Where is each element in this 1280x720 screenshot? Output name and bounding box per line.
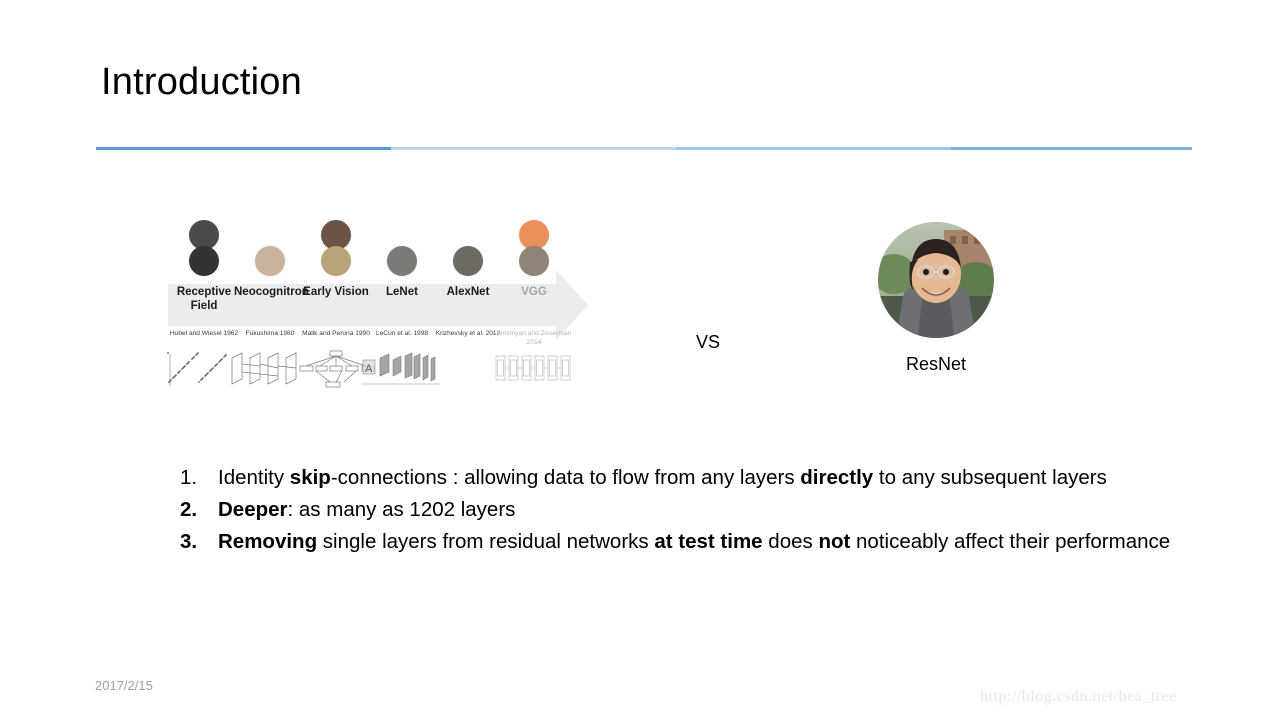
researcher-portrait-photo [255, 246, 285, 276]
divider-segment-2 [391, 147, 676, 150]
divider-segment-3 [676, 147, 951, 150]
watermark-url: http://blog.csdn.net/bea_tree [980, 688, 1177, 705]
timeline-label: LeNet [386, 286, 418, 298]
lenet-architecture-sketch: A [362, 350, 442, 390]
title-divider [96, 147, 1192, 150]
list-item-number: 2. [180, 498, 198, 521]
timeline-column-neocognitron: Neocognitron Fukushima 1980 [231, 218, 309, 385]
list-item: 3. Removing single layers from residual n… [178, 526, 1178, 558]
page-title: Introduction [101, 61, 302, 103]
researcher-portrait-photo [519, 246, 549, 276]
timeline-portrait-group [234, 218, 306, 282]
svg-text:A: A [365, 363, 373, 375]
timeline-column-lenet: LeNet LeCun et al. 1998 A [362, 218, 440, 385]
timeline-caption: Simonyan and Zisserman 2014 [496, 330, 572, 346]
timeline-column-alexnet: AlexNet Krizhevsky et al. 2012 [432, 218, 504, 337]
cnn-history-timeline-image: Receptive Field Hubel and Wiesel 1962 Neoc… [167, 218, 598, 390]
timeline-portrait-group [498, 218, 570, 282]
researcher-portrait-photo [387, 246, 417, 276]
timeline-label: Neocognitron [234, 286, 309, 298]
list-item-number: 3. [180, 530, 198, 553]
timeline-column-receptive-field: Receptive Field Hubel and Wiesel 1962 [167, 218, 240, 386]
timeline-portrait-group [366, 218, 438, 282]
list-item: 2. Deeper: as many as 1202 layers [178, 494, 1178, 526]
kaiming-he-portrait-photo [878, 222, 994, 338]
list-item-text: Removing single layers from residual net… [218, 530, 1171, 553]
vgg-architecture-sketch [494, 350, 574, 390]
key-points-list: 1. Identity skip-connections : allowing d… [178, 462, 1178, 558]
researcher-portrait-photo [321, 246, 351, 276]
list-item-text: Deeper: as many as 1202 layers [218, 498, 516, 521]
resnet-label: ResNet [905, 354, 967, 374]
timeline-label: AlexNet [446, 286, 490, 298]
timeline-portrait-group [432, 218, 504, 282]
timeline-portrait-group [300, 218, 372, 282]
timeline-label: Early Vision [303, 286, 369, 298]
timeline-label: Receptive Field [176, 286, 232, 312]
timeline-column-vgg: VGG Simonyan and Zisserman 2014 [495, 218, 571, 381]
versus-label: VS [696, 332, 721, 352]
footer-date: 2017/2/15 [95, 678, 153, 693]
divider-segment-1 [96, 147, 391, 150]
list-item-text: Identity skip-connections : allowing dat… [218, 466, 1107, 489]
list-item: 1. Identity skip-connections : allowing d… [178, 462, 1178, 494]
researcher-portrait-photo [453, 246, 483, 276]
divider-segment-4 [951, 147, 1192, 150]
timeline-portrait-group [168, 218, 240, 282]
resnet-figure: ResNet [874, 222, 998, 375]
researcher-portrait-photo [189, 246, 219, 276]
timeline-column-early-vision: Early Vision Malik and Perona 1990 [299, 218, 375, 388]
list-item-number: 1. [180, 466, 198, 489]
timeline-label: VGG [521, 286, 547, 298]
